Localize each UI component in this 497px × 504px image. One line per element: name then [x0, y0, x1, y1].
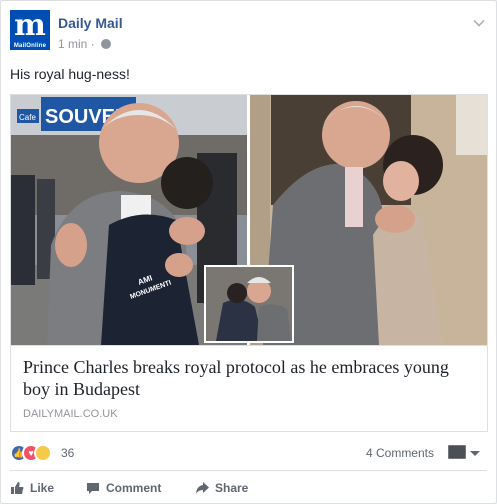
reaction-count[interactable]: 36: [61, 446, 74, 460]
share-button[interactable]: Share: [195, 477, 248, 499]
post-text: His royal hug-ness!: [10, 66, 130, 82]
meta-separator: ·: [90, 37, 95, 51]
avatar-logo-subtext: MailOnline: [13, 43, 47, 49]
link-preview[interactable]: SOUVEN Cafe AMI MONUMENTI Prince Charles…: [10, 94, 488, 432]
caret-down-icon[interactable]: [470, 451, 480, 456]
post-header: m MailOnline Daily Mail 1 min ·: [10, 10, 487, 54]
action-bar: Like Comment Share: [10, 477, 488, 499]
link-preview-image[interactable]: SOUVEN Cafe AMI MONUMENTI: [11, 95, 487, 345]
chevron-down-icon[interactable]: [473, 15, 485, 27]
share-arrow-icon: [196, 482, 209, 494]
comment-label: Comment: [106, 481, 162, 495]
post-meta: 1 min ·: [58, 37, 112, 51]
avatar-logo-glyph: m: [14, 10, 46, 43]
page-avatar[interactable]: m MailOnline: [10, 10, 50, 50]
link-headline[interactable]: Prince Charles breaks royal protocol as …: [23, 356, 475, 400]
like-label: Like: [30, 481, 55, 495]
haha-reaction-icon: [34, 444, 52, 462]
comments-count-link[interactable]: 4 Comments: [366, 446, 434, 460]
page-name-link[interactable]: Daily Mail: [58, 15, 123, 31]
link-info[interactable]: Prince Charles breaks royal protocol as …: [11, 345, 487, 431]
like-button[interactable]: Like: [10, 477, 54, 499]
post-card: m MailOnline Daily Mail 1 min · His roya…: [0, 0, 497, 504]
profile-thumbnail-icon[interactable]: [448, 445, 466, 459]
actions-divider: [10, 470, 487, 471]
thumbs-up-icon: [11, 482, 24, 494]
cafe-sign: Cafe: [19, 113, 36, 122]
post-timestamp[interactable]: 1 min: [58, 37, 87, 51]
globe-icon[interactable]: [101, 39, 112, 49]
link-domain: DAILYMAIL.CO.UK: [23, 408, 118, 420]
share-label: Share: [215, 481, 249, 495]
comment-button[interactable]: Comment: [86, 477, 161, 499]
reactions-bar: 👍 ♥ 36 4 Comments: [10, 443, 488, 463]
speech-bubble-icon: [87, 483, 99, 494]
